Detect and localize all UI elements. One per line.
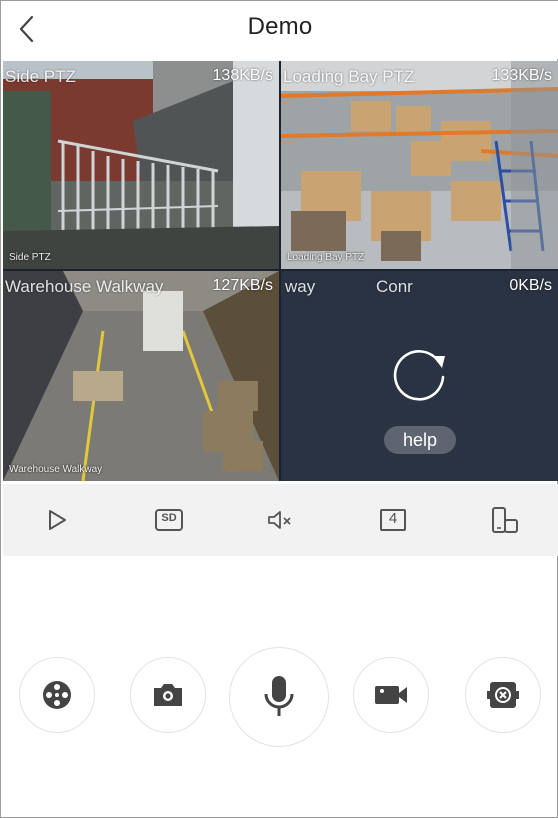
camera-tile-warehouse-walkway[interactable]: Warehouse Walkway 127KB/s Warehouse Walk… — [3, 271, 279, 481]
snapshot-button[interactable] — [130, 657, 206, 733]
camera-feed-image — [281, 61, 558, 269]
microphone-icon — [264, 676, 294, 716]
split-screen-button[interactable]: 4 — [373, 502, 413, 538]
playback-toolbar: SD 4 — [3, 484, 558, 556]
camera-name: Side PTZ — [5, 67, 76, 86]
mute-button[interactable] — [261, 502, 301, 538]
close-all-icon — [487, 682, 519, 708]
record-button[interactable] — [353, 657, 429, 733]
snapshot-icon — [154, 684, 182, 706]
help-button[interactable]: help — [384, 426, 456, 454]
rotate-screen-icon — [492, 507, 518, 533]
talk-button[interactable] — [229, 647, 329, 747]
top-bar: Demo — [1, 1, 558, 59]
record-icon — [375, 686, 407, 704]
play-icon — [49, 510, 66, 530]
page-title: Demo — [247, 13, 313, 40]
bitrate-label: 127KB/s — [212, 277, 273, 294]
camera-grid: Side PTZ 138KB/s Side PTZ Loading Bay PT… — [3, 61, 558, 481]
action-bar — [1, 641, 558, 751]
sd-quality-button[interactable]: SD — [149, 502, 189, 538]
camera-tile-loading-bay-ptz[interactable]: Loading Bay PTZ 133KB/s Loading Bay PTZ — [281, 61, 558, 269]
play-button[interactable] — [37, 502, 77, 538]
camera-osd-label: Side PTZ — [9, 252, 51, 263]
reconnect-icon[interactable] — [389, 344, 451, 406]
camera-tile-side-ptz[interactable]: Side PTZ 138KB/s Side PTZ — [3, 61, 279, 269]
bitrate-label: 138KB/s — [212, 67, 273, 84]
camera-osd-label: Loading Bay PTZ — [287, 252, 365, 263]
sd-label: SD — [161, 512, 177, 524]
camera-status-text: Conr — [376, 277, 413, 296]
camera-osd-label: Warehouse Walkway — [9, 464, 103, 475]
mute-icon — [268, 511, 291, 529]
rotate-screen-button[interactable] — [485, 502, 525, 538]
ptz-control-icon — [43, 681, 71, 709]
camera-name: Loading Bay PTZ — [283, 67, 415, 86]
ptz-control-button[interactable] — [19, 657, 95, 733]
camera-feed-image — [3, 61, 279, 269]
camera-name: way — [285, 277, 316, 296]
camera-feed-image — [3, 271, 279, 481]
bitrate-label: 0KB/s — [509, 277, 552, 294]
camera-tile-reconnecting[interactable]: way Conr 0KB/s help — [281, 271, 558, 481]
camera-name: Warehouse Walkway — [5, 277, 164, 296]
bitrate-label: 133KB/s — [491, 67, 552, 84]
split-count-label: 4 — [388, 510, 398, 527]
close-all-button[interactable] — [465, 657, 541, 733]
